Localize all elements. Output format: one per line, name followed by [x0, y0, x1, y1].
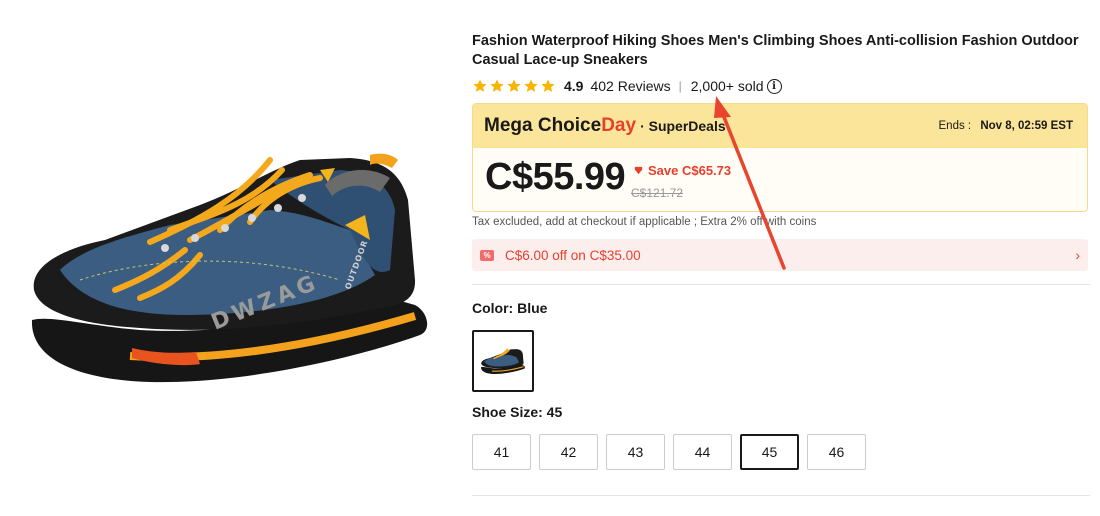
size-option[interactable]: 46 [807, 434, 866, 470]
deal-ends-label: Ends : [938, 120, 972, 132]
rating-row: 4.9 402 Reviews | 2,000+ sold i [472, 77, 782, 95]
current-price: C$55.99 [485, 156, 626, 198]
divider [472, 495, 1090, 496]
tax-note: Tax excluded, add at checkout if applica… [472, 216, 817, 228]
product-page: DWZAG OUTDOOR Fashion Waterproof Hiking … [0, 0, 1100, 516]
divider [472, 284, 1090, 285]
star-icon [473, 79, 487, 92]
size-options: 41 42 43 44 45 46 [472, 434, 866, 470]
star-icon [490, 79, 504, 92]
deal-brand-day: Day [601, 115, 637, 136]
product-main-image[interactable]: DWZAG OUTDOOR [20, 130, 440, 400]
coupon-bar[interactable]: % C$6.00 off on C$35.00 › [472, 239, 1088, 271]
chevron-right-icon[interactable]: › [1075, 247, 1080, 263]
save-text: Save C$65.73 [648, 163, 732, 178]
deal-countdown: Ends : Nov 8, 02:59 EST [939, 120, 1074, 132]
reviews-link[interactable]: 402 Reviews [590, 78, 670, 94]
deal-ends-time: Nov 8, 02:59 EST [980, 120, 1073, 132]
down-arrow-icon [634, 166, 643, 175]
size-option[interactable]: 42 [539, 434, 598, 470]
original-price: C$121.72 [631, 186, 684, 200]
deal-banner: Mega Choice Day · SuperDeals Ends : Nov … [472, 103, 1088, 212]
product-title: Fashion Waterproof Hiking Shoes Men's Cl… [472, 33, 1079, 68]
hiking-shoe-image: DWZAG OUTDOOR [31, 153, 428, 383]
coupon-text: C$6.00 off on C$35.00 [505, 247, 641, 263]
swatch-shoe-icon [480, 348, 525, 375]
size-label: Shoe Size: 45 [472, 404, 563, 420]
coupon-icon: % [480, 249, 494, 261]
deal-brand-prefix: Mega Choice [484, 115, 602, 136]
size-option[interactable]: 41 [472, 434, 531, 470]
info-icon[interactable]: i [766, 78, 782, 94]
size-option-selected[interactable]: 45 [740, 434, 799, 470]
sold-count: 2,000+ sold [690, 78, 764, 94]
deal-brand: Mega Choice Day · SuperDeals [484, 115, 726, 137]
deal-brand-suffix: · SuperDeals [640, 118, 726, 134]
color-swatch-blue[interactable] [472, 330, 534, 392]
color-label: Color: Blue [472, 300, 548, 316]
size-option[interactable]: 44 [673, 434, 732, 470]
rating-separator: | [678, 79, 682, 93]
star-icon [541, 79, 555, 92]
deal-header: Mega Choice Day · SuperDeals Ends : Nov … [473, 104, 1087, 148]
rating-value: 4.9 [564, 78, 584, 94]
save-amount: Save C$65.73 [633, 163, 731, 178]
size-option[interactable]: 43 [606, 434, 665, 470]
star-icon [524, 79, 538, 92]
deal-price-area: C$55.99 Save C$65.73 C$121.72 [473, 148, 1087, 211]
star-icon [507, 79, 521, 92]
star-rating [472, 78, 556, 94]
